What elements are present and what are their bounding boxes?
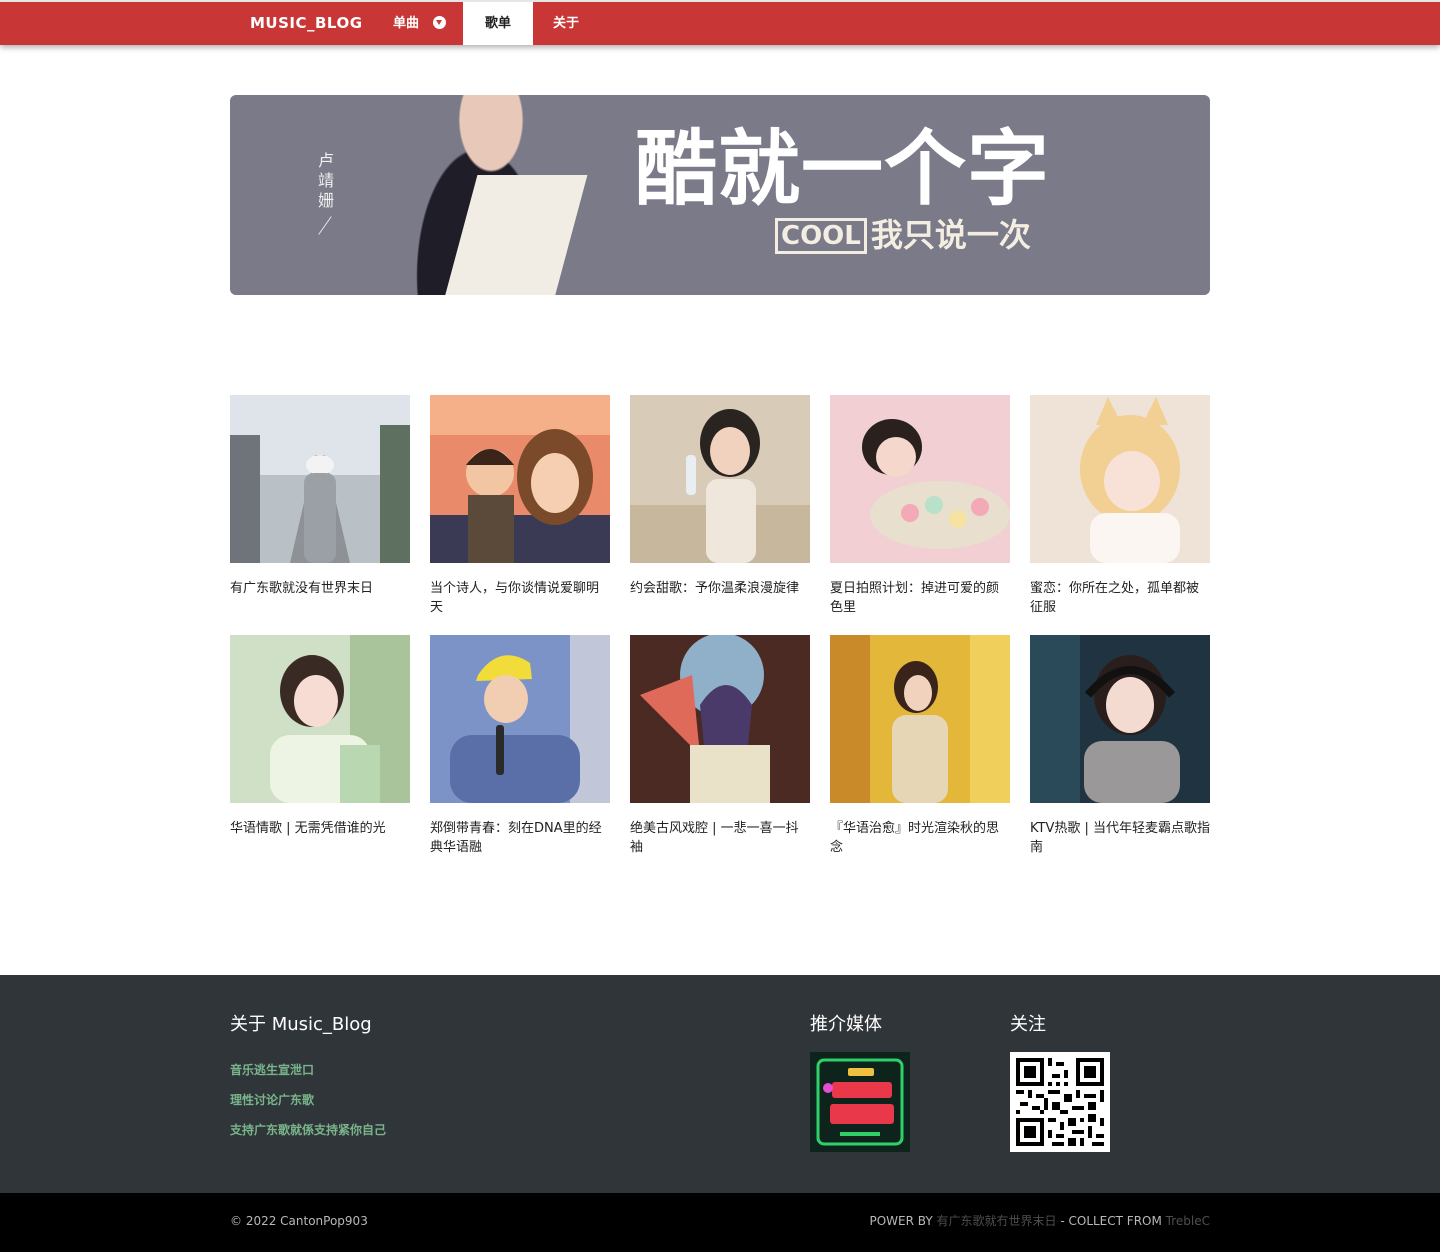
playlist-card[interactable]: 夏日拍照计划：掉进可爱的颜色里: [830, 395, 1010, 617]
playlist-title[interactable]: 华语情歌 | 无需凭借谁的光: [230, 819, 410, 838]
footer-link[interactable]: 理性讨论广东歌: [230, 1091, 314, 1108]
chevron-down-icon[interactable]: [433, 16, 447, 29]
hero-banner[interactable]: 卢靖姗 酷就一个字 COOL 我只说一次: [230, 95, 1210, 295]
copyright-text: © 2022 CantonPop903: [230, 1214, 368, 1228]
playlist-card[interactable]: 华语情歌 | 无需凭借谁的光: [230, 635, 410, 838]
playlist-title[interactable]: 蜜恋：你所在之处，孤单都被征服: [1030, 579, 1210, 617]
playlist-card[interactable]: 有广东歌就没有世界末日: [230, 395, 410, 598]
playlist-cover[interactable]: [430, 395, 610, 563]
playlist-title[interactable]: 夏日拍照计划：掉进可爱的颜色里: [830, 579, 1010, 617]
nav-item-about[interactable]: 关于: [533, 2, 599, 45]
playlist-card[interactable]: 约会甜歌：予你温柔浪漫旋律: [630, 395, 810, 598]
playlist-cover[interactable]: [230, 635, 410, 803]
playlist-card[interactable]: 绝美古风戏腔 | 一悲一喜一抖袖: [630, 635, 810, 857]
banner-headline: 酷就一个字: [635, 122, 1051, 217]
playlist-cover[interactable]: [1030, 635, 1210, 803]
playlist-card[interactable]: 蜜恋：你所在之处，孤单都被征服: [1030, 395, 1210, 617]
banner-subline: COOL 我只说一次: [775, 215, 1031, 255]
site-footer: 关于 Music_Blog 音乐逃生宣泄口 理性讨论广东歌 支持广东歌就係支持紧…: [0, 975, 1440, 1193]
playlist-cover[interactable]: [830, 395, 1010, 563]
playlist-card[interactable]: KTV热歌 | 当代年轻麦霸点歌指南: [1030, 635, 1210, 857]
footer-bottom-bar: © 2022 CantonPop903 POWER BY 有广东歌就冇世界末日 …: [0, 1193, 1440, 1252]
playlist-title[interactable]: 当个诗人，与你谈情说爱聊明天: [430, 579, 610, 617]
playlist-title[interactable]: 郑倒带青春：刻在DNA里的经典华语融: [430, 819, 610, 857]
playlist-title[interactable]: 绝美古风戏腔 | 一悲一喜一抖袖: [630, 819, 810, 857]
playlist-card[interactable]: 当个诗人，与你谈情说爱聊明天: [430, 395, 610, 617]
banner-artist-name: 卢靖姗: [317, 151, 334, 210]
playlist-cover[interactable]: [430, 635, 610, 803]
site-brand[interactable]: MUSIC_BLOG: [250, 2, 363, 45]
banner-cool-word: COOL: [775, 218, 867, 254]
qr-code-image[interactable]: [1010, 1052, 1110, 1152]
media-logo-image[interactable]: [810, 1052, 910, 1152]
playlist-title[interactable]: 约会甜歌：予你温柔浪漫旋律: [630, 579, 810, 598]
playlist-title[interactable]: KTV热歌 | 当代年轻麦霸点歌指南: [1030, 819, 1210, 857]
playlist-title[interactable]: 有广东歌就没有世界末日: [230, 579, 410, 598]
playlist-cover[interactable]: [1030, 395, 1210, 563]
power-by-label: POWER BY: [869, 1214, 937, 1228]
playlist-card[interactable]: 『华语治愈』时光渲染秋的思念: [830, 635, 1010, 857]
footer-about-title: 关于 Music_Blog: [230, 1014, 372, 1035]
top-navbar: MUSIC_BLOG 单曲 歌单 关于: [0, 0, 1440, 45]
banner-slash-decoration: [318, 216, 332, 235]
playlist-card[interactable]: 郑倒带青春：刻在DNA里的经典华语融: [430, 635, 610, 857]
nav-item-playlists[interactable]: 歌单: [463, 2, 533, 45]
footer-media-title: 推介媒体: [810, 1014, 882, 1035]
playlist-cover[interactable]: [630, 395, 810, 563]
footer-link[interactable]: 音乐逃生宣泄口: [230, 1061, 314, 1078]
playlist-title[interactable]: 『华语治愈』时光渲染秋的思念: [830, 819, 1010, 857]
playlist-cover[interactable]: [630, 635, 810, 803]
collect-from-label: - COLLECT FROM: [1056, 1214, 1166, 1228]
nav-item-songs-label: 单曲: [393, 16, 420, 31]
footer-link[interactable]: 支持广东歌就係支持紧你自己: [230, 1121, 386, 1138]
powered-by-text: POWER BY 有广东歌就冇世界末日 - COLLECT FROM Trebl…: [870, 1193, 1211, 1250]
power-by-link[interactable]: 有广东歌就冇世界末日: [937, 1214, 1057, 1228]
playlist-cover[interactable]: [830, 635, 1010, 803]
nav-item-songs[interactable]: 单曲: [373, 2, 447, 45]
playlist-cover[interactable]: [230, 395, 410, 563]
footer-follow-title: 关注: [1010, 1014, 1046, 1035]
collect-from-link[interactable]: TrebleC: [1166, 1214, 1210, 1228]
banner-subline-text: 我只说一次: [870, 216, 1031, 254]
